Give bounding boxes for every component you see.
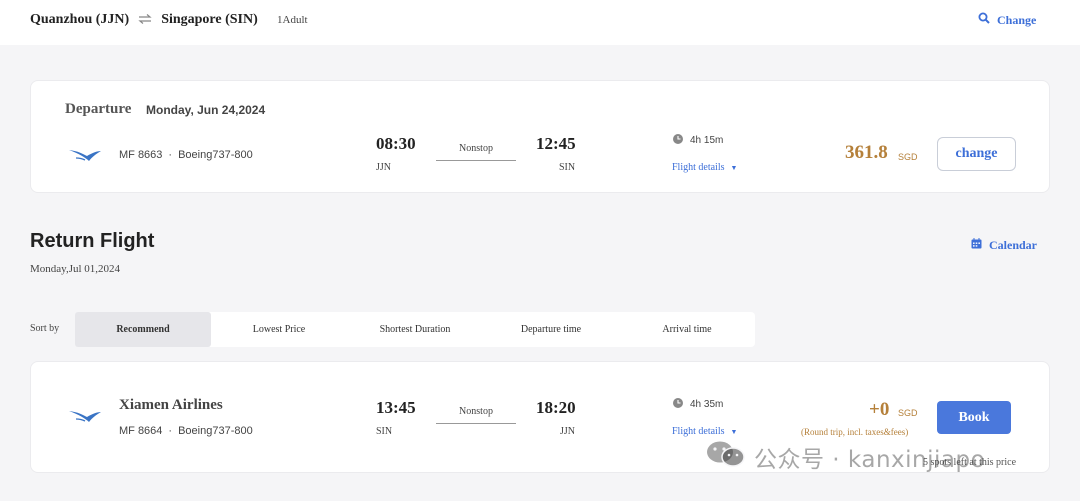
watermark: 公众号 · kanxinjiapo: [706, 440, 985, 474]
clock-icon: [673, 398, 683, 411]
departure-date: Monday, Jun 24,2024: [146, 103, 266, 117]
flight-details-label: Flight details: [672, 426, 725, 437]
flight-details-label: Flight details: [672, 162, 725, 173]
sort-tab-recommend[interactable]: Recommend: [75, 312, 211, 347]
passenger-count: 1Adult: [277, 14, 308, 26]
sort-options: Recommend Lowest Price Shortest Duration…: [75, 312, 755, 347]
aircraft-type: Boeing737-800: [178, 425, 253, 437]
change-search-button[interactable]: Change: [978, 12, 1036, 28]
swap-arrows-icon: [138, 12, 152, 28]
return-currency: SGD: [898, 408, 918, 418]
caret-down-icon: ▼: [730, 428, 738, 436]
departure-price: 361.8: [845, 142, 888, 163]
sort-tab-departure-time[interactable]: Departure time: [483, 312, 619, 347]
sort-by-label: Sort by: [30, 323, 60, 334]
depart-airport-code: JJN: [376, 162, 392, 173]
airline-logo: [68, 408, 102, 424]
route-summary: Quanzhou (JJN) Singapore (SIN): [30, 12, 258, 28]
duration-text: 4h 35m: [690, 399, 724, 410]
top-bar: Quanzhou (JJN) Singapore (SIN) 1Adult Ch…: [0, 0, 1080, 45]
return-flight-title: Return Flight: [30, 230, 155, 252]
airline-name: Xiamen Airlines: [119, 397, 223, 413]
watermark-text: 公众号 · kanxinjiapo: [754, 447, 986, 473]
stops-label: Nonstop: [459, 406, 493, 417]
stops-label: Nonstop: [459, 143, 493, 154]
arrive-time: 18:20: [536, 398, 576, 417]
airline-logo: [68, 147, 102, 163]
depart-time: 13:45: [376, 398, 416, 417]
caret-down-icon: ▼: [730, 164, 738, 172]
route-line: [436, 160, 516, 161]
departure-title: Departure: [65, 101, 132, 117]
destination-city: Singapore (SIN): [161, 12, 258, 27]
book-button[interactable]: Book: [937, 401, 1011, 434]
arrive-airport-code: SIN: [559, 162, 576, 173]
search-icon: [978, 12, 990, 28]
flight-duration: 4h 15m: [673, 134, 723, 147]
calendar-button[interactable]: Calendar: [971, 238, 1037, 253]
change-search-label: Change: [997, 12, 1037, 27]
aircraft-type: Boeing737-800: [178, 149, 253, 161]
clock-icon: [673, 134, 683, 147]
departure-card: Departure Monday, Jun 24,2024 MF 8663 · Bo…: [30, 80, 1050, 193]
origin-city: Quanzhou (JJN): [30, 12, 130, 27]
route-line: [436, 423, 516, 424]
departure-flight-info: MF 8663 · Boeing737-800: [119, 149, 253, 161]
sort-tab-shortest-duration[interactable]: Shortest Duration: [347, 312, 483, 347]
departure-currency: SGD: [898, 152, 918, 162]
price-note: (Round trip, incl. taxes&fees): [801, 427, 909, 437]
sort-tab-arrival-time[interactable]: Arrival time: [619, 312, 755, 347]
return-price: +0: [869, 399, 890, 420]
return-flight-info: MF 8664 · Boeing737-800: [119, 425, 253, 437]
return-date: Monday,Jul 01,2024: [30, 263, 121, 275]
arrive-airport-code: JJN: [560, 426, 576, 437]
flight-details-link[interactable]: Flight details ▼: [672, 162, 737, 173]
calendar-label: Calendar: [989, 238, 1037, 252]
flight-details-link[interactable]: Flight details ▼: [672, 426, 737, 437]
flight-number: MF 8663: [119, 149, 163, 161]
duration-text: 4h 15m: [690, 135, 724, 146]
flight-number: MF 8664: [119, 425, 163, 437]
flight-duration: 4h 35m: [673, 398, 723, 411]
sort-tab-lowest-price[interactable]: Lowest Price: [211, 312, 347, 347]
depart-time: 08:30: [376, 134, 416, 153]
depart-airport-code: SIN: [376, 426, 393, 437]
calendar-icon: [971, 238, 982, 253]
arrive-time: 12:45: [536, 134, 576, 153]
change-flight-button[interactable]: change: [937, 137, 1016, 171]
wechat-icon: [706, 440, 746, 474]
